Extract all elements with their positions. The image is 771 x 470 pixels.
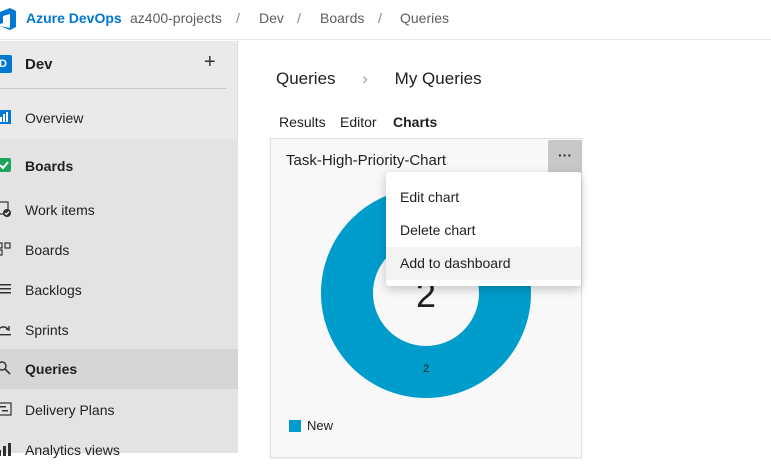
- breadcrumb-organization[interactable]: az400-projects: [130, 10, 222, 26]
- queries-icon: [0, 361, 11, 375]
- sidebar-item-label: Boards: [25, 158, 74, 174]
- breadcrumb-boards[interactable]: Boards: [320, 10, 364, 26]
- breadcrumb-separator: /: [236, 10, 240, 26]
- menu-item-label: Add to dashboard: [400, 255, 511, 271]
- page-breadcrumb: Queries › My Queries: [276, 69, 482, 89]
- tab-editor[interactable]: Editor: [340, 114, 377, 130]
- breadcrumb-separator: /: [378, 10, 382, 26]
- top-bar: Azure DevOps az400-projects / Dev / Boar…: [0, 0, 771, 40]
- legend-label-new: New: [307, 418, 334, 433]
- sprints-icon: [0, 326, 11, 336]
- sidebar-item-label: Analytics views: [25, 442, 120, 458]
- menu-item-label: Edit chart: [400, 189, 460, 205]
- menu-item-label: Delete chart: [400, 222, 476, 238]
- backlogs-icon: [0, 284, 11, 294]
- menu-item-delete-chart[interactable]: Delete chart: [386, 214, 581, 247]
- legend-swatch-new: [289, 420, 301, 432]
- azure-devops-logo-icon[interactable]: [0, 8, 16, 30]
- analytics-views-icon: [0, 443, 11, 456]
- menu-item-edit-chart[interactable]: Edit chart: [386, 181, 581, 214]
- sidebar-item-boards[interactable]: Boards: [0, 230, 238, 270]
- sidebar-divider: [0, 88, 226, 89]
- queries-link[interactable]: Queries: [276, 69, 336, 88]
- sidebar-item-label: Work items: [25, 202, 95, 218]
- project-name[interactable]: Dev: [25, 56, 53, 73]
- page-title: My Queries: [394, 69, 482, 88]
- add-icon[interactable]: +: [204, 51, 216, 74]
- tab-charts[interactable]: Charts: [393, 114, 437, 130]
- brand-link[interactable]: Azure DevOps: [26, 10, 122, 26]
- sidebar-item-work-items[interactable]: Work items: [0, 190, 238, 230]
- sidebar-item-sprints[interactable]: Sprints: [0, 310, 238, 350]
- chart-context-menu: Edit chart Delete chart Add to dashboard: [386, 172, 581, 286]
- project-avatar: D: [0, 55, 12, 73]
- sidebar-item-boards-hub[interactable]: Boards: [0, 146, 238, 186]
- breadcrumb-queries[interactable]: Queries: [400, 10, 449, 26]
- project-header[interactable]: D Dev +: [0, 41, 238, 89]
- sidebar-item-label: Backlogs: [25, 282, 82, 298]
- sidebar-item-label: Delivery Plans: [25, 402, 115, 418]
- sidebar-item-queries[interactable]: Queries: [0, 349, 238, 389]
- sidebar-item-backlogs[interactable]: Backlogs: [0, 270, 238, 310]
- sidebar: D Dev + Overview Boards Work items Board…: [0, 41, 238, 458]
- delivery-plans-icon: [0, 402, 12, 416]
- boards-hub-icon: [0, 158, 11, 172]
- sidebar-item-label: Sprints: [25, 322, 69, 338]
- menu-item-add-to-dashboard[interactable]: Add to dashboard: [386, 247, 581, 280]
- breadcrumb-project[interactable]: Dev: [259, 10, 284, 26]
- sidebar-item-label: Boards: [25, 242, 70, 258]
- chevron-right-icon: ›: [362, 69, 368, 88]
- boards-icon: [0, 242, 11, 256]
- sidebar-item-overview[interactable]: Overview: [0, 98, 238, 138]
- work-items-icon: [0, 201, 11, 217]
- sidebar-item-delivery-plans[interactable]: Delivery Plans: [0, 390, 238, 430]
- tab-results[interactable]: Results: [279, 114, 326, 130]
- slice-data-label: 2: [423, 363, 429, 375]
- breadcrumb-separator: /: [297, 10, 301, 26]
- sidebar-item-analytics-views[interactable]: Analytics views: [0, 430, 238, 470]
- sidebar-item-label: Queries: [25, 361, 78, 377]
- overview-icon: [0, 110, 11, 124]
- sidebar-item-label: Overview: [25, 110, 84, 126]
